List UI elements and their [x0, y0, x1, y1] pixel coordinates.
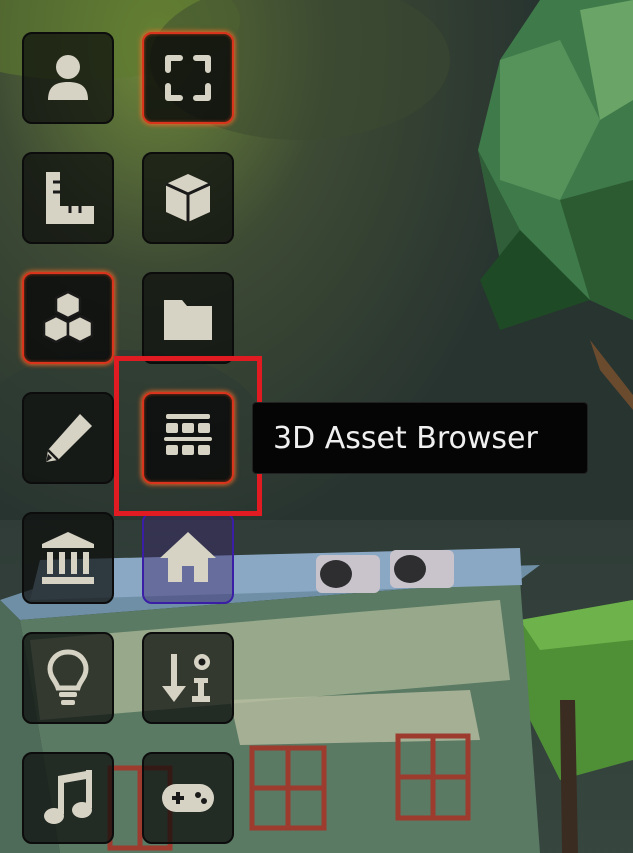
gamepad-button[interactable] — [142, 752, 234, 844]
cube-icon — [165, 174, 211, 222]
ruler-icon — [46, 172, 94, 224]
files-button[interactable] — [142, 272, 234, 364]
lightbulb-icon — [47, 649, 89, 705]
music-icon — [44, 770, 92, 824]
asset-browser-tooltip: 3D Asset Browser — [252, 402, 588, 474]
cubes-icon — [42, 290, 94, 344]
sort-info-icon — [162, 654, 210, 702]
profile-button[interactable] — [22, 32, 114, 124]
user-icon — [48, 55, 88, 100]
edit-button[interactable] — [22, 392, 114, 484]
measure-button[interactable] — [22, 152, 114, 244]
ideas-button[interactable] — [22, 632, 114, 724]
folder-icon — [164, 300, 212, 340]
gamepad-icon — [162, 784, 214, 812]
sort-info-button[interactable] — [142, 632, 234, 724]
focus-highlight — [114, 356, 262, 516]
museum-button[interactable] — [22, 512, 114, 604]
home-button[interactable] — [142, 512, 234, 604]
landmark-icon — [42, 532, 94, 584]
tooltip-text: 3D Asset Browser — [273, 420, 538, 456]
pencil-icon — [46, 414, 92, 462]
music-button[interactable] — [22, 752, 114, 844]
object-button[interactable] — [142, 152, 234, 244]
fullscreen-icon — [165, 55, 211, 101]
fullscreen-button[interactable] — [142, 32, 234, 124]
blocks-button[interactable] — [22, 272, 114, 364]
home-icon — [160, 532, 216, 582]
